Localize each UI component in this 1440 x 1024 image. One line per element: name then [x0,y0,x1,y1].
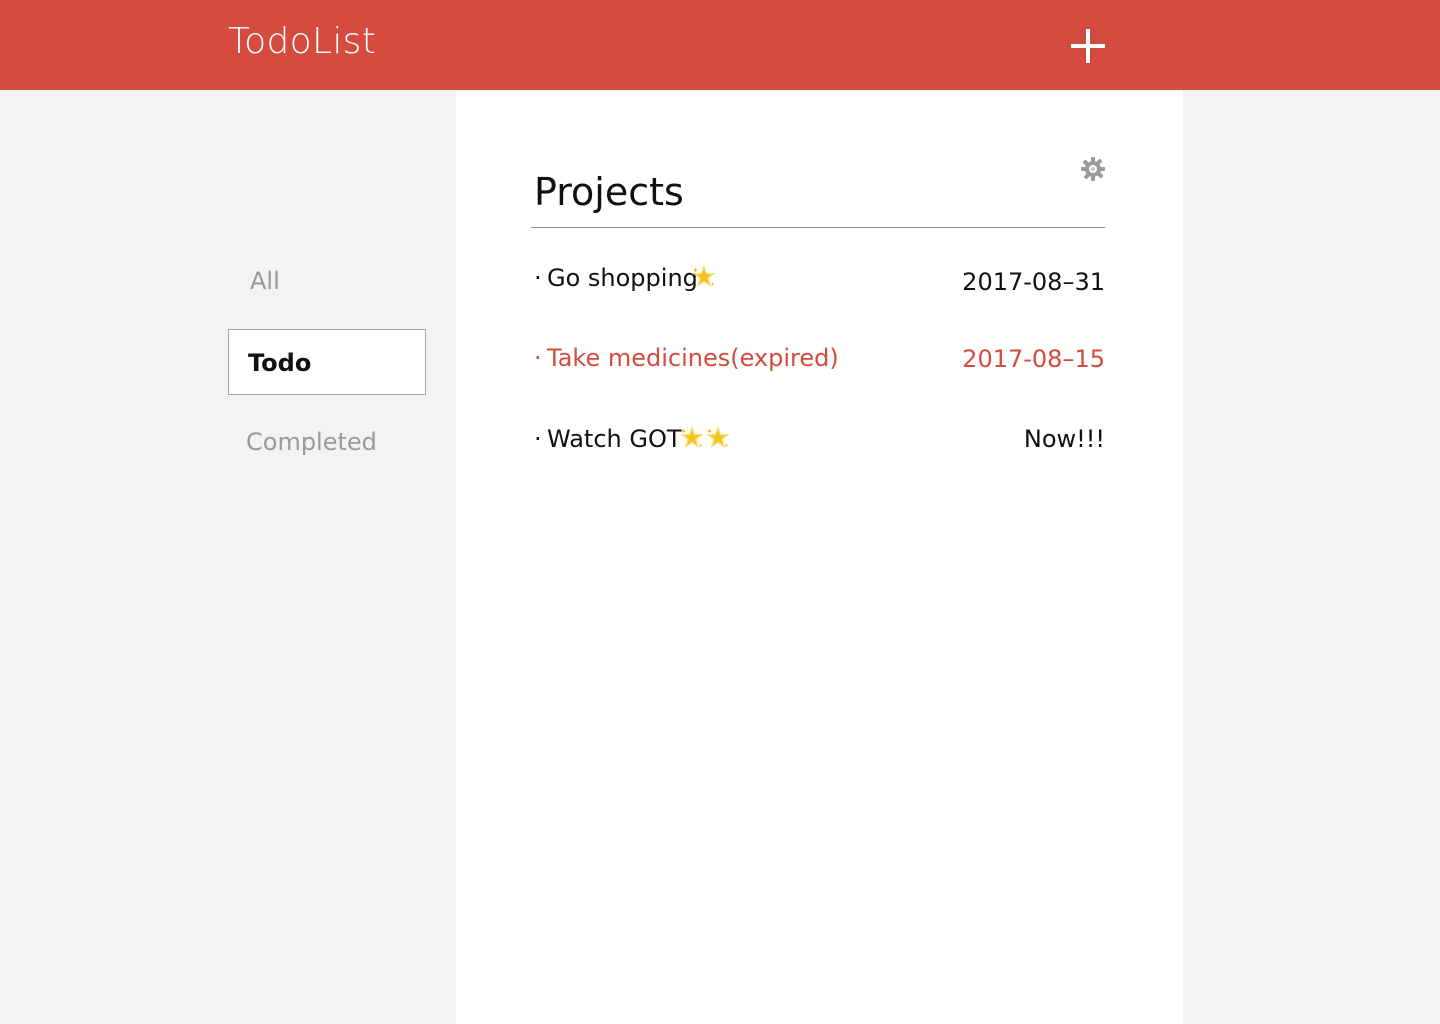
title-divider [531,227,1105,228]
task-name: Take medicines(expired) [547,344,839,372]
add-task-button[interactable] [1071,29,1105,63]
task-row[interactable]: · Watch GOT Now!!! [534,416,1105,470]
page-title: Projects [534,170,684,215]
filter-completed[interactable]: Completed [228,409,426,475]
settings-button[interactable] [1080,156,1106,182]
projects-panel: Projects · Go shopping 2017-08–31 · Take… [456,90,1183,1024]
task-row[interactable]: · Go shopping 2017-08–31 [534,255,1105,309]
app-title: TodoList [228,21,377,62]
task-name: Go shopping [547,264,698,292]
task-date: 2017-08–15 [962,345,1105,373]
priority-stars [692,260,716,294]
top-bar: TodoList [0,0,1440,90]
task-bullet: · [534,264,542,292]
filter-all[interactable]: All [228,248,426,314]
star-icon [692,265,716,287]
task-date: 2017-08–31 [962,268,1105,296]
star-icon [680,426,704,448]
gear-icon [1081,157,1105,181]
plus-icon-vertical-bar [1086,29,1090,63]
task-bullet: · [534,425,542,453]
task-date: Now!!! [1023,425,1105,453]
priority-stars [680,421,730,455]
star-icon [706,426,730,448]
task-bullet: · [534,344,542,372]
task-row[interactable]: · Take medicines(expired) 2017-08–15 [534,335,1105,389]
task-name: Watch GOT [547,425,682,453]
filter-todo[interactable]: Todo [228,329,426,395]
